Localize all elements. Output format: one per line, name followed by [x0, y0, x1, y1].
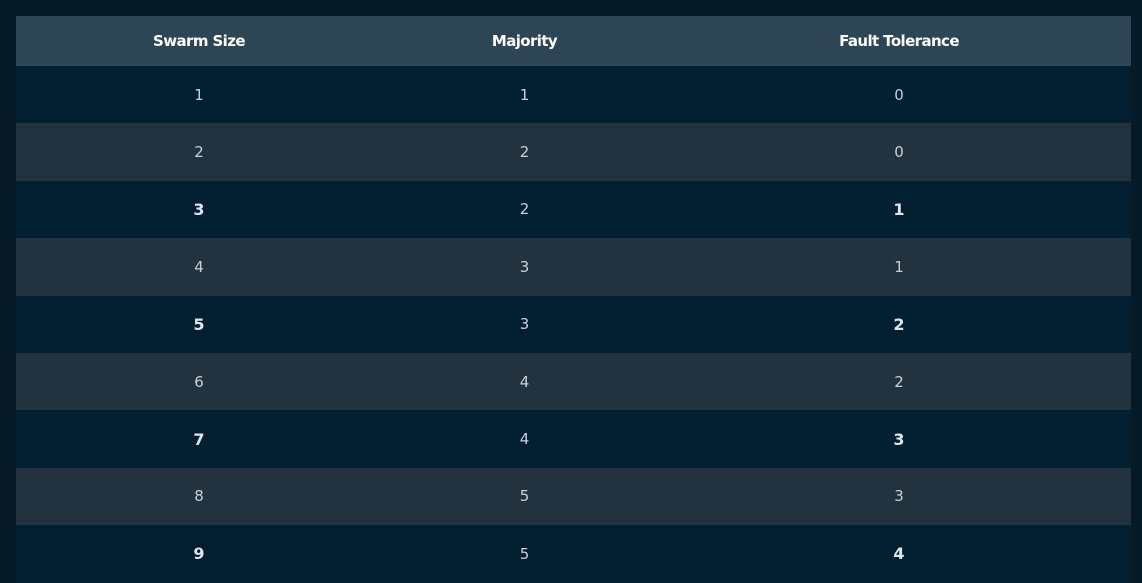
header-swarm-size: Swarm Size — [153, 32, 245, 50]
table-row: 4 3 1 — [16, 238, 1131, 296]
swarm-fault-tolerance-table: Swarm Size Majority Fault Tolerance 1 1 … — [16, 16, 1131, 583]
table-row: 2 2 0 — [16, 123, 1131, 181]
cell-fault-tolerance: 0 — [894, 143, 904, 162]
cell-majority: 3 — [519, 257, 530, 276]
table-row: 8 5 3 — [16, 467, 1131, 526]
cell-fault-tolerance: 1 — [893, 199, 905, 219]
table-row: 1 1 0 — [16, 66, 1131, 124]
cell-majority: 2 — [519, 200, 530, 219]
header-fault-tolerance: Fault Tolerance — [839, 32, 959, 50]
table-row: 7 4 3 — [16, 410, 1131, 468]
cell-majority: 2 — [519, 143, 530, 162]
swarm-table-container: Swarm Size Majority Fault Tolerance 1 1 … — [16, 16, 1131, 583]
cell-swarm-size: 5 — [193, 314, 205, 334]
table-row: 6 4 2 — [16, 352, 1131, 411]
cell-majority: 5 — [519, 487, 530, 506]
cell-majority: 4 — [519, 372, 530, 391]
cell-majority: 4 — [519, 430, 530, 449]
table-row: 3 2 1 — [16, 180, 1131, 239]
cell-fault-tolerance: 2 — [894, 372, 904, 391]
cell-swarm-size: 7 — [193, 429, 205, 449]
table-body: 1 1 0 2 2 0 3 2 1 4 3 1 5 3 2 6 4 2 7 4 … — [16, 66, 1131, 583]
cell-swarm-size: 3 — [193, 199, 205, 219]
cell-fault-tolerance: 4 — [893, 544, 905, 564]
cell-fault-tolerance: 1 — [894, 257, 904, 276]
cell-majority: 3 — [519, 315, 530, 334]
cell-majority: 1 — [519, 85, 530, 104]
cell-swarm-size: 6 — [194, 372, 204, 391]
cell-swarm-size: 9 — [193, 544, 205, 564]
cell-swarm-size: 2 — [194, 143, 204, 162]
table-header: Swarm Size Majority Fault Tolerance — [16, 16, 1131, 66]
cell-swarm-size: 8 — [194, 487, 204, 506]
header-majority: Majority — [491, 32, 558, 50]
cell-fault-tolerance: 3 — [894, 487, 904, 506]
cell-fault-tolerance: 3 — [893, 429, 905, 449]
cell-fault-tolerance: 0 — [894, 85, 904, 104]
cell-swarm-size: 1 — [194, 85, 204, 104]
table-row: 5 3 2 — [16, 295, 1131, 353]
cell-swarm-size: 4 — [194, 257, 204, 276]
table-row: 9 5 4 — [16, 525, 1131, 583]
cell-fault-tolerance: 2 — [893, 314, 905, 334]
cell-majority: 5 — [519, 544, 530, 563]
header-row: Swarm Size Majority Fault Tolerance — [16, 16, 1131, 66]
